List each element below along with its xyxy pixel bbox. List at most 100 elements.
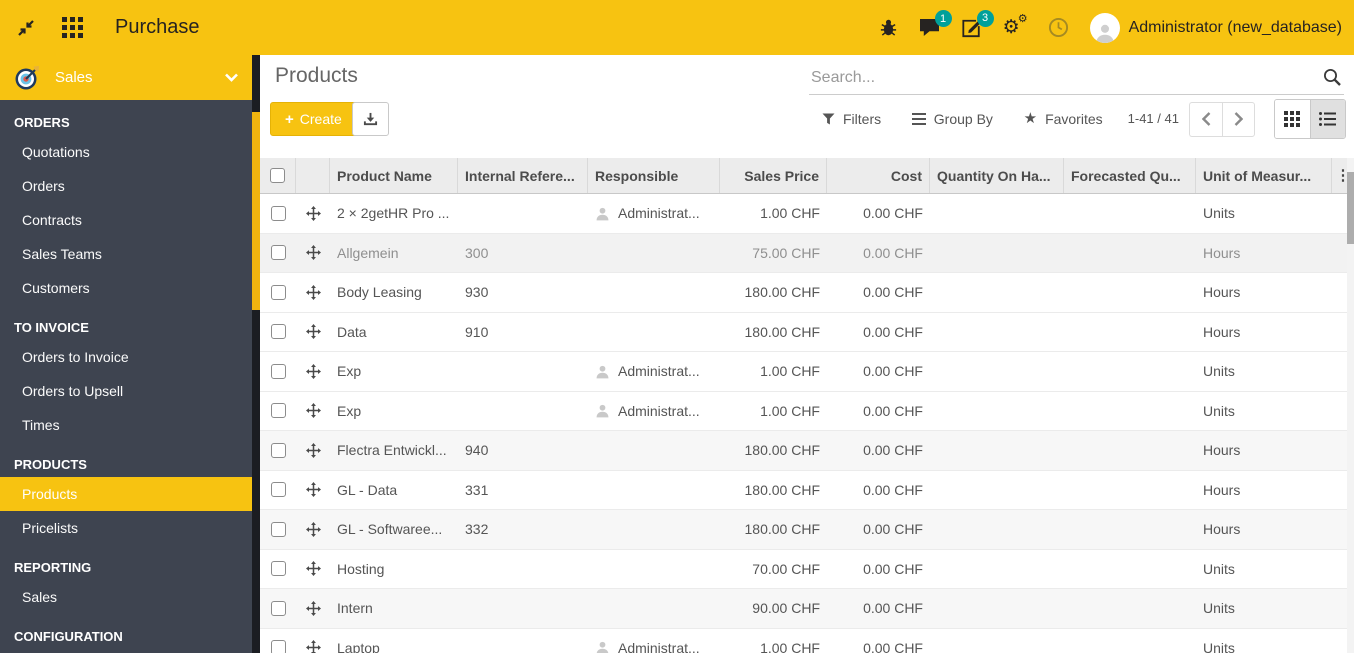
cell-internal-reference bbox=[458, 629, 588, 653]
cell-cost: 0.00 CHF bbox=[827, 273, 930, 312]
table-scrollbar-thumb[interactable] bbox=[1347, 172, 1354, 244]
drag-handle[interactable] bbox=[296, 431, 330, 470]
favorites-button[interactable]: ★ Favorites bbox=[1018, 110, 1109, 128]
column-quantity-on-hand[interactable]: Quantity On Ha... bbox=[930, 158, 1064, 193]
table-row[interactable]: GL - Data 331 180.00 CHF 0.00 CHF Hours bbox=[260, 471, 1354, 511]
compress-toggle-icon[interactable] bbox=[16, 18, 36, 38]
user-menu[interactable]: Administrator (new_database) bbox=[1090, 13, 1342, 43]
row-checkbox[interactable] bbox=[271, 206, 286, 221]
row-checkbox[interactable] bbox=[271, 640, 286, 653]
sidebar-item-times[interactable]: Times bbox=[0, 408, 252, 442]
column-forecasted-quantity[interactable]: Forecasted Qu... bbox=[1064, 158, 1196, 193]
drag-handle[interactable] bbox=[296, 313, 330, 352]
drag-handle[interactable] bbox=[296, 550, 330, 589]
row-checkbox[interactable] bbox=[271, 482, 286, 497]
settings-gears-icon[interactable]: ⚙ ⚙ bbox=[1003, 16, 1027, 40]
sidebar-item-orders[interactable]: Orders bbox=[0, 169, 252, 203]
cell-unit-of-measure: Hours bbox=[1196, 431, 1332, 470]
sidebar-item-sales[interactable]: Sales bbox=[0, 580, 252, 614]
sidebar-item-orders-to-invoice[interactable]: Orders to Invoice bbox=[0, 340, 252, 374]
table-row[interactable]: Body Leasing 930 180.00 CHF 0.00 CHF Hou… bbox=[260, 273, 1354, 313]
cell-unit-of-measure: Hours bbox=[1196, 471, 1332, 510]
group-by-button[interactable]: Group By bbox=[906, 110, 999, 128]
row-checkbox[interactable] bbox=[271, 324, 286, 339]
user-name: Administrator (new_database) bbox=[1129, 19, 1342, 37]
sidebar-item-pricelists[interactable]: Pricelists bbox=[0, 511, 252, 545]
row-checkbox[interactable] bbox=[271, 561, 286, 576]
cell-cost: 0.00 CHF bbox=[827, 392, 930, 431]
cell-internal-reference: 930 bbox=[458, 273, 588, 312]
star-icon: ★ bbox=[1024, 112, 1037, 126]
cell-sales-price: 75.00 CHF bbox=[720, 234, 827, 273]
column-sales-price[interactable]: Sales Price bbox=[720, 158, 827, 193]
sidebar-item-settings[interactable]: Settings bbox=[0, 649, 252, 653]
sidebar-item-sales-teams[interactable]: Sales Teams bbox=[0, 237, 252, 271]
sidebar-scrollbar-thumb[interactable] bbox=[252, 112, 260, 310]
row-checkbox[interactable] bbox=[271, 403, 286, 418]
drag-handle[interactable] bbox=[296, 471, 330, 510]
move-icon bbox=[306, 364, 321, 379]
select-all-checkbox[interactable] bbox=[270, 168, 285, 183]
drag-handle[interactable] bbox=[296, 589, 330, 628]
drag-handle[interactable] bbox=[296, 234, 330, 273]
drag-handle[interactable] bbox=[296, 510, 330, 549]
create-button[interactable]: + Create bbox=[270, 102, 357, 136]
apps-grid-icon[interactable] bbox=[62, 17, 83, 38]
cell-responsible bbox=[588, 431, 720, 470]
page-title: Products bbox=[275, 64, 358, 88]
list-view-button[interactable] bbox=[1310, 100, 1345, 138]
column-internal-reference[interactable]: Internal Refere... bbox=[458, 158, 588, 193]
row-checkbox[interactable] bbox=[271, 285, 286, 300]
table-row[interactable]: Laptop Administrat... 1.00 CHF 0.00 CHF … bbox=[260, 629, 1354, 653]
sidebar-item-quotations[interactable]: Quotations bbox=[0, 135, 252, 169]
activities-icon[interactable]: 3 bbox=[961, 18, 982, 38]
kanban-view-button[interactable] bbox=[1275, 100, 1310, 138]
drag-handle[interactable] bbox=[296, 194, 330, 233]
row-checkbox[interactable] bbox=[271, 364, 286, 379]
table-row[interactable]: Hosting 70.00 CHF 0.00 CHF Units bbox=[260, 550, 1354, 590]
pager-previous-button[interactable] bbox=[1189, 102, 1222, 137]
drag-handle[interactable] bbox=[296, 273, 330, 312]
row-checkbox[interactable] bbox=[271, 522, 286, 537]
cell-forecasted-quantity bbox=[1064, 392, 1196, 431]
drag-handle[interactable] bbox=[296, 352, 330, 391]
table-row[interactable]: GL - Softwaree... 332 180.00 CHF 0.00 CH… bbox=[260, 510, 1354, 550]
filters-button[interactable]: Filters bbox=[816, 110, 887, 128]
column-product-name[interactable]: Product Name bbox=[330, 158, 458, 193]
app-switcher-sales[interactable]: Sales bbox=[0, 55, 252, 100]
cell-sales-price: 180.00 CHF bbox=[720, 273, 827, 312]
top-bar: Purchase 1 3 bbox=[0, 0, 1354, 55]
drag-handle[interactable] bbox=[296, 392, 330, 431]
drag-handle[interactable] bbox=[296, 629, 330, 653]
sidebar-item-contracts[interactable]: Contracts bbox=[0, 203, 252, 237]
table-row[interactable]: 2 × 2getHR Pro ... Administrat... 1.00 C… bbox=[260, 194, 1354, 234]
search-input[interactable] bbox=[809, 68, 1323, 88]
cell-forecasted-quantity bbox=[1064, 431, 1196, 470]
cell-responsible bbox=[588, 589, 720, 628]
table-row[interactable]: Flectra Entwickl... 940 180.00 CHF 0.00 … bbox=[260, 431, 1354, 471]
sidebar-item-orders-to-upsell[interactable]: Orders to Upsell bbox=[0, 374, 252, 408]
row-checkbox[interactable] bbox=[271, 245, 286, 260]
table-row[interactable]: Intern 90.00 CHF 0.00 CHF Units bbox=[260, 589, 1354, 629]
search-icon[interactable] bbox=[1323, 68, 1342, 87]
cell-sales-price: 1.00 CHF bbox=[720, 352, 827, 391]
cell-responsible: Administrat... bbox=[588, 629, 720, 653]
column-responsible[interactable]: Responsible bbox=[588, 158, 720, 193]
row-checkbox[interactable] bbox=[271, 443, 286, 458]
table-row[interactable]: Data 910 180.00 CHF 0.00 CHF Hours bbox=[260, 313, 1354, 353]
table-row[interactable]: Exp Administrat... 1.00 CHF 0.00 CHF Uni… bbox=[260, 392, 1354, 432]
sidebar-item-products[interactable]: Products bbox=[0, 477, 252, 511]
cell-responsible bbox=[588, 313, 720, 352]
column-unit-of-measure[interactable]: Unit of Measur... bbox=[1196, 158, 1332, 193]
debug-bug-icon[interactable] bbox=[879, 18, 898, 37]
row-checkbox[interactable] bbox=[271, 601, 286, 616]
pager-next-button[interactable] bbox=[1222, 102, 1255, 137]
table-row[interactable]: Exp Administrat... 1.00 CHF 0.00 CHF Uni… bbox=[260, 352, 1354, 392]
table-row[interactable]: Allgemein 300 75.00 CHF 0.00 CHF Hours bbox=[260, 234, 1354, 274]
cell-responsible bbox=[588, 273, 720, 312]
sidebar-item-customers[interactable]: Customers bbox=[0, 271, 252, 305]
export-button[interactable] bbox=[352, 102, 389, 136]
column-cost[interactable]: Cost bbox=[827, 158, 930, 193]
clock-icon[interactable] bbox=[1048, 17, 1069, 38]
messages-icon[interactable]: 1 bbox=[919, 18, 940, 37]
